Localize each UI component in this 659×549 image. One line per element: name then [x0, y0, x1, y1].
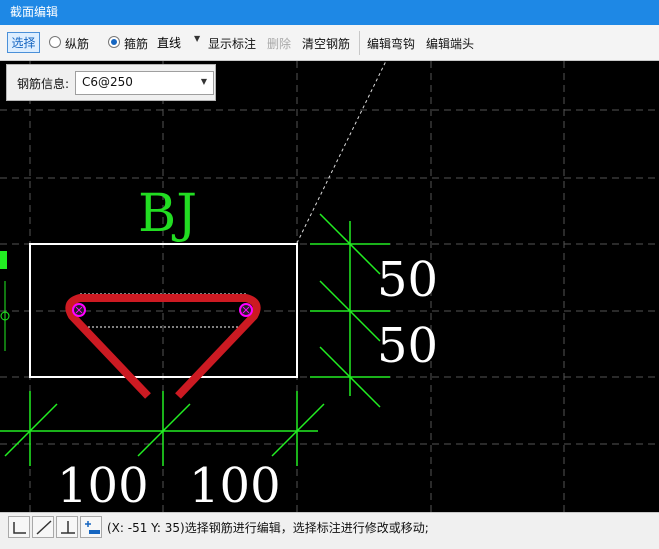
- stirrup-radio[interactable]: [108, 36, 120, 48]
- dim-right-bottom[interactable]: 50: [377, 318, 438, 374]
- ortho-button[interactable]: [8, 516, 30, 538]
- window-title: 截面编辑: [10, 5, 59, 19]
- rebar-info-panel: 钢筋信息: C6@250 ▼: [6, 64, 216, 101]
- add-dimension-icon: [85, 521, 100, 534]
- clear-rebar-button[interactable]: 清空钢筋: [302, 34, 350, 54]
- angle-line-button[interactable]: [32, 516, 54, 538]
- dim-right-top[interactable]: 50: [377, 252, 438, 308]
- ortho-icon: [13, 522, 26, 534]
- chevron-down-icon: ▼: [200, 77, 207, 86]
- status-text: (X: -51 Y: 35)选择钢筋进行编辑，选择标注进行修改或移动;: [107, 521, 429, 535]
- line-type-value: 直线: [157, 36, 182, 50]
- chevron-down-icon: ▼: [194, 34, 201, 43]
- angle-line-icon: [36, 520, 52, 535]
- toolbar-divider: [359, 31, 360, 55]
- rebar-bar-left[interactable]: [72, 303, 86, 317]
- rebar-info-select[interactable]: C6@250 ▼: [75, 71, 214, 95]
- perpendicular-icon: [61, 521, 75, 534]
- dim-bottom-left[interactable]: 100: [57, 458, 149, 512]
- delete-button[interactable]: 删除: [267, 34, 291, 54]
- add-dimension-button[interactable]: [80, 516, 102, 538]
- dim-bottom-right[interactable]: 100: [189, 458, 281, 512]
- window-titlebar: 截面编辑: [0, 0, 659, 25]
- edit-end-button[interactable]: 编辑端头: [426, 34, 474, 54]
- edit-hook-button[interactable]: 编辑弯钩: [367, 34, 415, 54]
- rebar-bar-right[interactable]: [239, 303, 253, 317]
- rebar-info-label: 钢筋信息:: [17, 77, 70, 91]
- longitudinal-label[interactable]: 纵筋: [65, 34, 89, 54]
- toolbar: 选择 纵筋 箍筋 直线 ▼ 显示标注 删除 清空钢筋 编辑弯钩 编辑端头: [0, 25, 659, 61]
- rebar-info-value: C6@250: [82, 75, 133, 89]
- perpendicular-button[interactable]: [56, 516, 78, 538]
- longitudinal-radio[interactable]: [49, 36, 61, 48]
- show-annotation-button[interactable]: 显示标注: [208, 34, 256, 54]
- status-bar: (X: -51 Y: 35)选择钢筋进行编辑，选择标注进行修改或移动;: [0, 512, 659, 549]
- select-button[interactable]: 选择: [7, 32, 40, 53]
- stirrup-label[interactable]: 箍筋: [124, 34, 148, 54]
- drawing-canvas[interactable]: BJ 50 50 100 100: [0, 61, 659, 512]
- line-type-select[interactable]: 直线 ▼: [152, 32, 204, 53]
- section-name-label[interactable]: BJ: [138, 184, 197, 244]
